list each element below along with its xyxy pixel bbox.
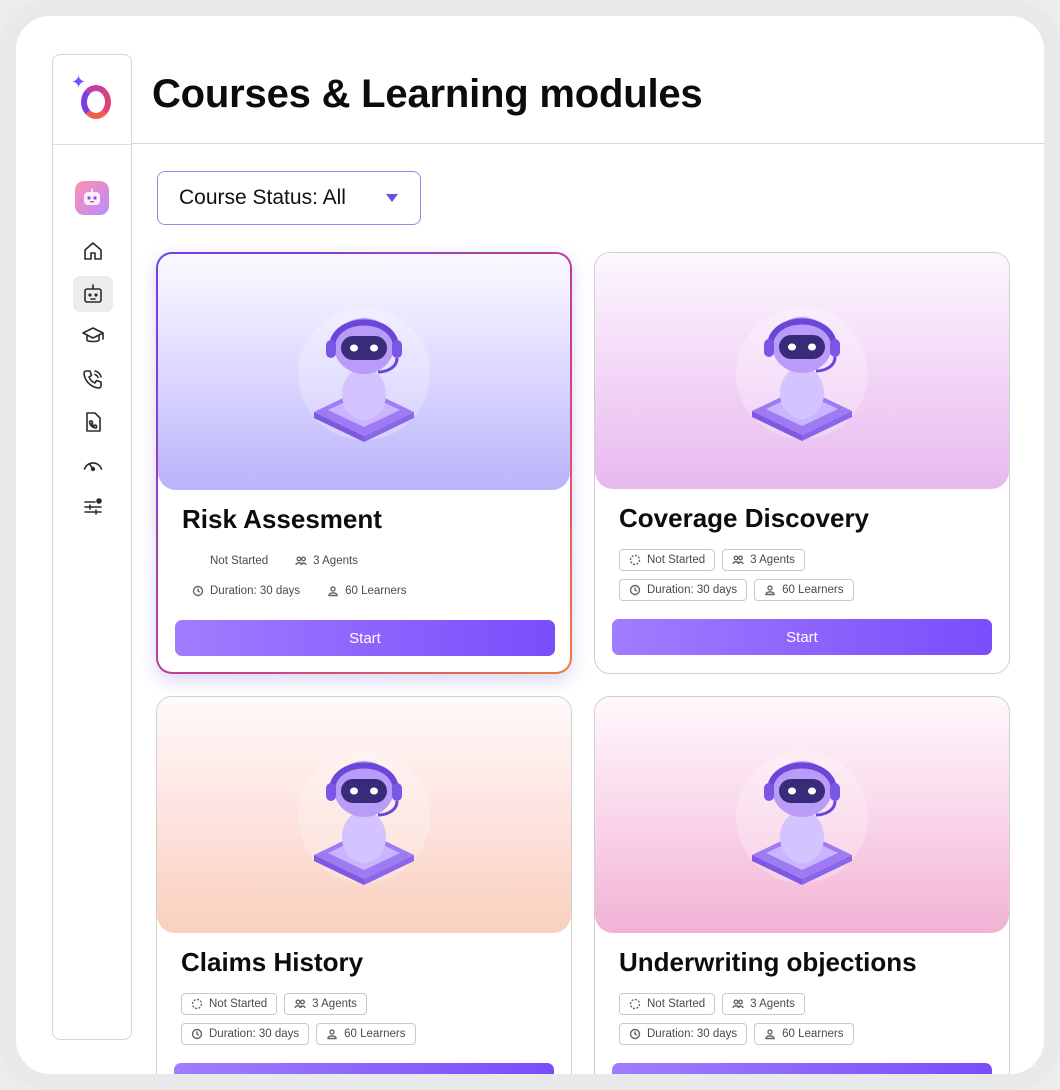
header-divider xyxy=(132,143,1044,144)
course-title: Underwriting objections xyxy=(619,947,917,977)
clock-icon xyxy=(192,585,204,597)
caret-down-icon xyxy=(386,194,398,202)
page-title: Courses & Learning modules xyxy=(152,72,703,116)
gauge-icon xyxy=(83,462,103,472)
learners-badge: 60 Learners xyxy=(317,580,416,602)
phone-call-icon xyxy=(83,370,102,389)
sidebar-item-home[interactable] xyxy=(73,233,113,269)
learners-badge: 60 Learners xyxy=(754,579,854,601)
status-dashed-circle-icon xyxy=(191,998,203,1010)
graduation-cap-icon xyxy=(82,327,104,343)
home-icon xyxy=(84,242,102,260)
duration-badge: Duration: 30 days xyxy=(619,579,748,601)
start-button[interactable]: Start xyxy=(175,620,555,656)
user-icon xyxy=(765,1029,775,1040)
duration-badge: Duration: 30 days xyxy=(619,1023,748,1045)
start-button[interactable]: Start xyxy=(612,619,992,655)
card-hero xyxy=(158,254,570,490)
course-meta: Not Started 3 Agents Duration: 30 days 6… xyxy=(619,993,989,1053)
robot-illustration-icon xyxy=(298,751,430,885)
course-card-risk-assesment[interactable]: Risk Assesment Not Started 3 Agents Dura… xyxy=(156,252,572,674)
app-logo[interactable]: ✦ xyxy=(69,73,115,121)
course-card-underwriting-objections[interactable]: Underwriting objections Not Started 3 Ag… xyxy=(594,696,1010,1074)
start-button[interactable]: Start xyxy=(612,1063,992,1074)
sidebar-item-settings[interactable] xyxy=(73,489,113,525)
duration-badge: Duration: 30 days xyxy=(181,1023,310,1045)
card-hero xyxy=(595,697,1009,933)
sidebar-divider xyxy=(53,144,131,145)
robot-illustration-icon xyxy=(736,751,868,885)
agents-badge: 3 Agents xyxy=(722,549,805,571)
course-card-coverage-discovery[interactable]: Coverage Discovery Not Started 3 Agents xyxy=(594,252,1010,674)
clock-icon xyxy=(191,1028,203,1040)
learners-badge: 60 Learners xyxy=(754,1023,854,1045)
phone-document-icon xyxy=(86,412,101,432)
users-icon xyxy=(294,999,306,1009)
sidebar-item-calls[interactable] xyxy=(73,361,113,397)
status-dashed-circle-icon xyxy=(629,998,641,1010)
sidebar: ✦ xyxy=(52,54,132,1040)
robot-illustration-icon xyxy=(298,308,430,442)
users-icon xyxy=(732,999,744,1009)
status-badge: Not Started xyxy=(619,993,716,1015)
duration-badge: Duration: 30 days xyxy=(182,580,310,602)
robot-icon xyxy=(84,284,102,303)
learners-badge: 60 Learners xyxy=(316,1023,416,1045)
clock-icon xyxy=(629,1028,641,1040)
app-screen: ✦ Courses & Learning modules Course Stat… xyxy=(16,16,1044,1074)
start-button[interactable]: Start xyxy=(174,1063,554,1074)
course-meta: Not Started 3 Agents Duration: 30 days 6… xyxy=(181,993,551,1053)
status-badge: Not Started xyxy=(619,549,716,571)
course-card-claims-history[interactable]: Claims History Not Started 3 Agents Dura… xyxy=(156,696,572,1074)
user-icon xyxy=(328,586,338,597)
agents-badge: 3 Agents xyxy=(284,993,367,1015)
course-title: Claims History xyxy=(181,947,364,977)
course-meta: Not Started 3 Agents Duration: 30 days 6… xyxy=(182,550,552,610)
course-title: Risk Assesment xyxy=(182,504,382,534)
user-icon xyxy=(327,1029,337,1040)
sliders-icon xyxy=(84,498,102,515)
sidebar-item-call-logs[interactable] xyxy=(73,404,113,440)
device-frame: ✦ Courses & Learning modules Course Stat… xyxy=(0,0,1060,1090)
robot-face-icon xyxy=(84,188,100,205)
sidebar-item-courses[interactable] xyxy=(73,318,113,354)
bot-avatar[interactable] xyxy=(75,181,109,215)
sparkle-icon: ✦ xyxy=(71,72,87,92)
course-status-filter[interactable]: Course Status: All xyxy=(157,171,421,225)
sidebar-item-bots[interactable] xyxy=(73,276,113,312)
clock-icon xyxy=(629,584,641,596)
user-icon xyxy=(765,585,775,596)
card-hero xyxy=(595,253,1009,489)
robot-illustration-icon xyxy=(736,307,868,441)
card-hero xyxy=(157,697,571,933)
agents-badge: 3 Agents xyxy=(285,550,368,572)
course-meta: Not Started 3 Agents Duration: 30 days 6… xyxy=(619,549,989,609)
agents-badge: 3 Agents xyxy=(722,993,805,1015)
status-dashed-circle-icon xyxy=(629,554,641,566)
status-badge: Not Started xyxy=(210,555,269,567)
users-icon xyxy=(295,556,307,566)
course-title: Coverage Discovery xyxy=(619,503,870,533)
filter-label: Course Status: All xyxy=(179,186,346,209)
sidebar-item-performance[interactable] xyxy=(73,447,113,483)
status-badge: Not Started xyxy=(181,993,278,1015)
users-icon xyxy=(732,555,744,565)
